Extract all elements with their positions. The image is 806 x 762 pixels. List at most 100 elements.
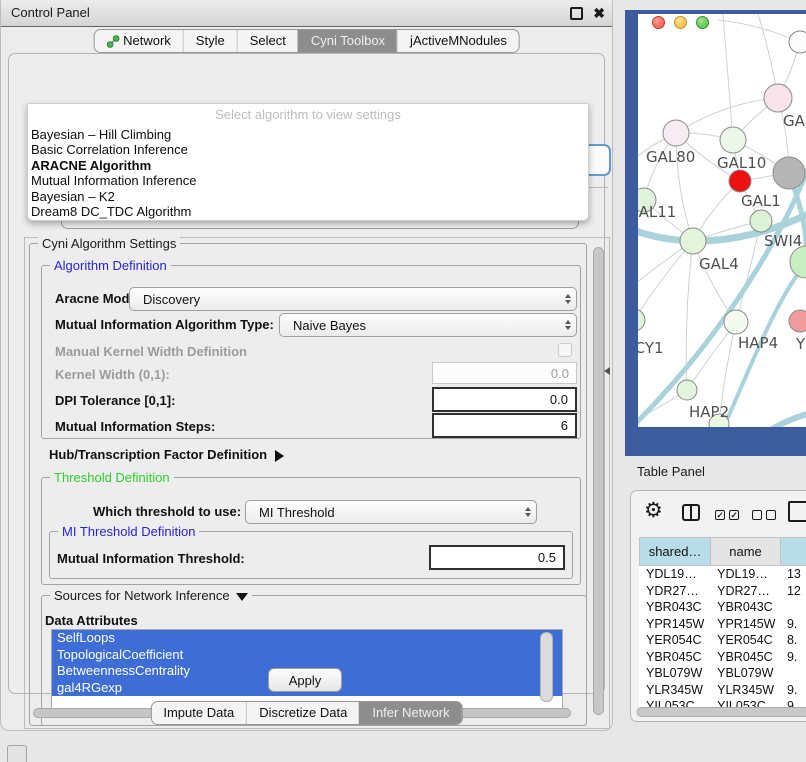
- list-scrollbar[interactable]: [540, 632, 553, 702]
- table-cell: YBL079W: [711, 665, 781, 682]
- column-header[interactable]: name: [711, 538, 781, 566]
- column-header[interactable]: [780, 538, 806, 566]
- gear-icon[interactable]: ⚙: [644, 498, 663, 523]
- hub-definition-toggle[interactable]: Hub/Transcription Factor Definition: [49, 447, 284, 462]
- close-icon[interactable]: ✖: [593, 4, 605, 22]
- mi-steps-field[interactable]: 6: [432, 413, 577, 438]
- table-row[interactable]: YPR145WYPR145W9.: [640, 616, 806, 633]
- tab-impute-data[interactable]: Impute Data: [151, 702, 246, 724]
- cyni-toolbox-panel: Cyni Algorithm Settings Algorithm Defini…: [8, 53, 605, 694]
- network-view-window[interactable]: GALGAL80GAL10GAL1GAL11SWI4GAL4GCY1HAP4YH…: [625, 10, 806, 456]
- table-cell: YBR045C: [711, 649, 781, 666]
- network-node-swi4[interactable]: [750, 210, 772, 232]
- table-row[interactable]: YBL079WYBL079W: [640, 665, 806, 682]
- splitter-collapse-icon[interactable]: [604, 367, 610, 375]
- network-node[interactable]: [790, 246, 806, 278]
- algorithm-option[interactable]: Dream8 DC_TDC Algorithm: [30, 204, 586, 219]
- network-edge-highlighted: [746, 410, 806, 427]
- table-icon[interactable]: [788, 501, 806, 522]
- network-node-hap2[interactable]: [677, 380, 697, 400]
- network-node-label: GAL10: [717, 154, 766, 172]
- algorithm-option[interactable]: ARACNE Algorithm: [30, 158, 586, 173]
- dock-panel-button[interactable]: [7, 745, 27, 762]
- mi-algorithm-type-select[interactable]: Naive Bayes: [279, 313, 577, 337]
- mi-algorithm-type-value: Naive Bayes: [293, 318, 366, 333]
- stepper-icon: [565, 294, 571, 304]
- algorithm-option[interactable]: Mutual Information Inference: [30, 173, 586, 188]
- tab-network[interactable]: Network: [94, 30, 183, 52]
- table-row[interactable]: YBR045CYBR045C9.: [640, 649, 806, 666]
- network-node[interactable]: [773, 157, 805, 189]
- settings-vertical-scrollbar[interactable]: [592, 245, 605, 719]
- network-graph[interactable]: GALGAL80GAL10GAL1GAL11SWI4GAL4GCY1HAP4YH…: [638, 14, 806, 427]
- network-canvas[interactable]: GALGAL80GAL10GAL1GAL11SWI4GAL4GCY1HAP4YH…: [638, 14, 806, 427]
- dpi-tolerance-value: 0.0: [550, 392, 568, 407]
- tab-style[interactable]: Style: [183, 30, 237, 52]
- apply-button[interactable]: Apply: [268, 668, 342, 692]
- network-node-gal80[interactable]: [663, 120, 689, 146]
- aracne-mode-value: Discovery: [143, 292, 200, 307]
- table-cell: YDR27…: [711, 583, 781, 600]
- network-node-gal4[interactable]: [680, 228, 706, 254]
- network-node-y[interactable]: [789, 310, 806, 332]
- node-attribute-table[interactable]: shared…nameYDL19…YDL19…13YDR27…YDR27…12Y…: [639, 537, 806, 715]
- float-panel-icon[interactable]: [570, 7, 583, 20]
- table-cell: 9.: [780, 682, 806, 699]
- table-cell: YLR345W: [640, 682, 711, 699]
- table-cell: YBR045C: [640, 649, 711, 666]
- tab-discretize-data[interactable]: Discretize Data: [246, 702, 359, 724]
- checked-boxes-icon[interactable]: ✓✓: [715, 510, 739, 520]
- algorithm-option[interactable]: Basic Correlation Inference: [30, 142, 586, 157]
- network-node-gcy1[interactable]: [638, 309, 645, 331]
- network-node-label: Y: [795, 335, 806, 353]
- table-cell: 13: [780, 566, 806, 583]
- which-threshold-select[interactable]: MI Threshold: [245, 500, 537, 524]
- columns-icon[interactable]: [682, 504, 700, 521]
- group-border-partial: [587, 187, 608, 188]
- network-node-label: HAP2: [689, 403, 729, 421]
- tab-jactivemnodules[interactable]: jActiveMNodules: [397, 30, 519, 52]
- table-cell: YPR145W: [640, 616, 711, 633]
- network-node-gal1[interactable]: [729, 170, 751, 192]
- column-header[interactable]: shared…: [640, 538, 711, 566]
- kernel-width-field[interactable]: 0.0: [432, 362, 577, 384]
- tab-cyni-toolbox[interactable]: Cyni Toolbox: [298, 30, 397, 52]
- tab-select[interactable]: Select: [237, 30, 298, 52]
- network-node-label: HAP4: [738, 334, 778, 352]
- attribute-item[interactable]: SelfLoops: [52, 630, 562, 647]
- table-row[interactable]: YDR27…YDR27…12: [640, 583, 806, 600]
- table-row[interactable]: YBR043CYBR043C: [640, 599, 806, 616]
- mi-threshold-field[interactable]: 0.5: [429, 545, 565, 570]
- stepper-icon: [565, 320, 571, 330]
- table-row[interactable]: YDL19…YDL19…13: [640, 566, 806, 583]
- algorithm-option[interactable]: Bayesian – Hill Climbing: [30, 127, 586, 142]
- control-panel-window: Control Panel ✖ NetworkStyleSelectCyni T…: [0, 0, 613, 731]
- attribute-item[interactable]: TopologicalCoefficient: [52, 647, 562, 664]
- tab-label: Select: [250, 30, 286, 52]
- table-cell: 9.: [780, 649, 806, 666]
- table-row[interactable]: YLR345WYLR345W9.: [640, 682, 806, 699]
- network-node[interactable]: [789, 31, 806, 53]
- dpi-tolerance-field[interactable]: 0.0: [432, 387, 577, 412]
- table-cell: YDL19…: [711, 566, 781, 583]
- network-node-hap4[interactable]: [724, 310, 748, 334]
- sources-title[interactable]: Sources for Network Inference: [50, 588, 252, 603]
- tab-infer-network[interactable]: Infer Network: [359, 702, 461, 724]
- manual-kernel-checkbox[interactable]: [558, 343, 572, 357]
- network-node-label: GAL: [783, 112, 806, 130]
- table-panel-title: Table Panel: [637, 464, 705, 479]
- algorithm-option[interactable]: Bayesian – K2: [30, 189, 586, 204]
- network-icon: [106, 35, 119, 48]
- table-cell: YBL079W: [640, 665, 711, 682]
- table-row[interactable]: YER054CYER054C8.: [640, 632, 806, 649]
- network-node-label: GAL4: [699, 255, 739, 273]
- which-threshold-value: MI Threshold: [259, 505, 335, 520]
- network-node-label: SWI4: [764, 232, 802, 250]
- unchecked-boxes-icon[interactable]: [752, 510, 776, 520]
- aracne-mode-select[interactable]: Discovery: [129, 287, 577, 311]
- network-edge: [676, 98, 778, 133]
- network-node-gal10[interactable]: [720, 127, 746, 153]
- network-node-gal[interactable]: [764, 84, 792, 112]
- expand-arrow-icon: [275, 450, 284, 462]
- table-horizontal-scrollbar[interactable]: [635, 707, 806, 717]
